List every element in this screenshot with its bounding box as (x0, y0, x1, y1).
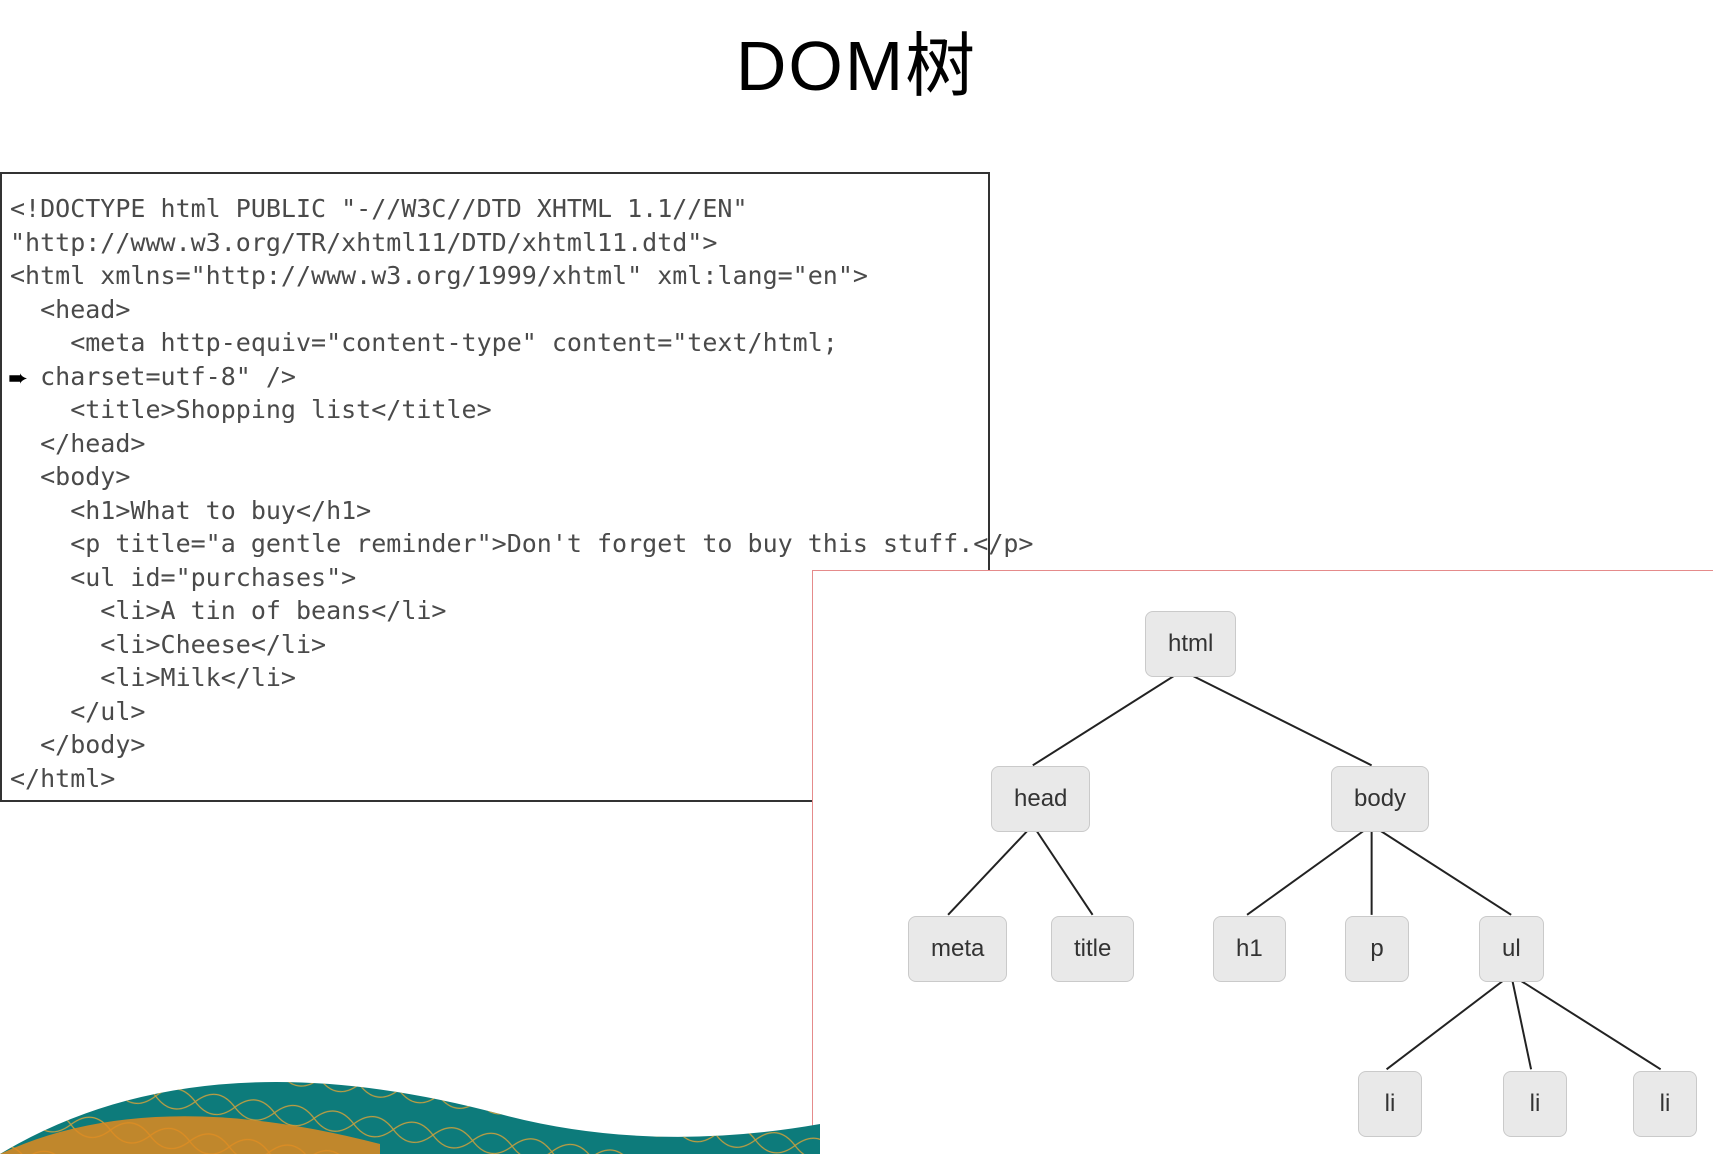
tree-node-title: title (1051, 916, 1134, 982)
pointer-arrow-icon: ➨ (8, 364, 28, 393)
dom-tree-diagram: html head body meta title h1 p ul li li … (812, 570, 1713, 1154)
tree-node-body: body (1331, 766, 1429, 832)
tree-node-head: head (991, 766, 1090, 832)
tree-node-li-3: li (1633, 1071, 1697, 1137)
tree-node-ul: ul (1479, 916, 1544, 982)
tree-node-li-1: li (1358, 1071, 1422, 1137)
tree-lines (813, 571, 1713, 1154)
tree-node-li-2: li (1503, 1071, 1567, 1137)
tree-node-h1: h1 (1213, 916, 1286, 982)
footer-decoration (0, 1054, 820, 1154)
slide-title: DOM树 (0, 10, 1713, 111)
tree-node-p: p (1345, 916, 1409, 982)
slide: DOM树 <!DOCTYPE html PUBLIC "-//W3C//DTD … (0, 0, 1713, 1154)
tree-node-html: html (1145, 611, 1236, 677)
tree-node-meta: meta (908, 916, 1007, 982)
